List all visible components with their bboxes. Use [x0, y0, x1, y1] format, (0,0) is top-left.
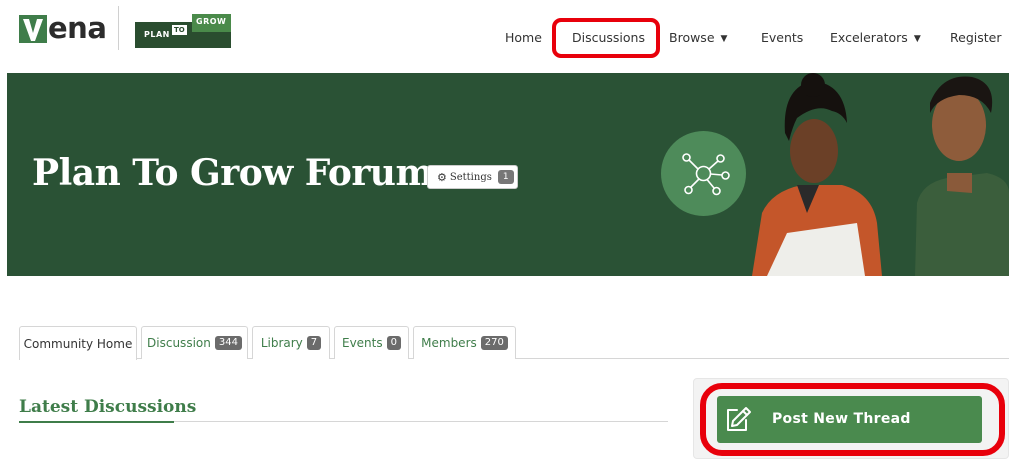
- library-count-badge: 7: [306, 336, 322, 350]
- post-button-highlight-annotation: [700, 383, 1005, 456]
- members-count-badge: 270: [480, 336, 508, 350]
- page-title: Plan To Grow Forum: [32, 152, 434, 194]
- network-icon: [682, 153, 730, 196]
- nav-home[interactable]: Home: [505, 30, 542, 45]
- tab-members[interactable]: Members 270: [413, 326, 516, 359]
- nav-browse[interactable]: Browse ▼: [669, 30, 727, 45]
- heading-underline: [19, 421, 174, 423]
- main-nav: Home Discussions Browse ▼ Events Excelera…: [0, 0, 1009, 73]
- tab-community-home[interactable]: Community Home: [19, 326, 137, 360]
- tab-library[interactable]: Library 7: [252, 326, 330, 359]
- events-count-badge: 0: [386, 336, 401, 350]
- network-badge: [661, 131, 746, 216]
- nav-register[interactable]: Register: [950, 30, 1001, 45]
- tab-discussion[interactable]: Discussion 344: [141, 326, 248, 359]
- chevron-down-icon: ▼: [913, 34, 921, 44]
- chevron-down-icon: ▼: [720, 34, 728, 44]
- discussion-count-badge: 344: [214, 336, 242, 350]
- nav-excelerators[interactable]: Excelerators ▼: [830, 30, 921, 45]
- settings-count-badge: 1: [497, 170, 514, 184]
- latest-discussions-heading: Latest Discussions: [19, 397, 197, 417]
- discussions-highlight-annotation: [552, 18, 660, 58]
- site-header: ena PLAN TO GROW Home Discussions Browse…: [0, 0, 1009, 73]
- heading-divider: [174, 421, 668, 422]
- settings-label: Settings: [449, 171, 492, 183]
- nav-events[interactable]: Events: [761, 30, 803, 45]
- hero-people-photo: [747, 73, 1009, 276]
- settings-button[interactable]: ⚙ Settings 1: [427, 165, 518, 189]
- community-tabs: Community Home Discussion 344 Library 7 …: [19, 326, 1009, 360]
- forum-hero-banner: Plan To Grow Forum ⚙ Settings 1: [7, 73, 1009, 276]
- gear-icon: ⚙: [437, 170, 447, 184]
- tab-events[interactable]: Events 0: [334, 326, 409, 359]
